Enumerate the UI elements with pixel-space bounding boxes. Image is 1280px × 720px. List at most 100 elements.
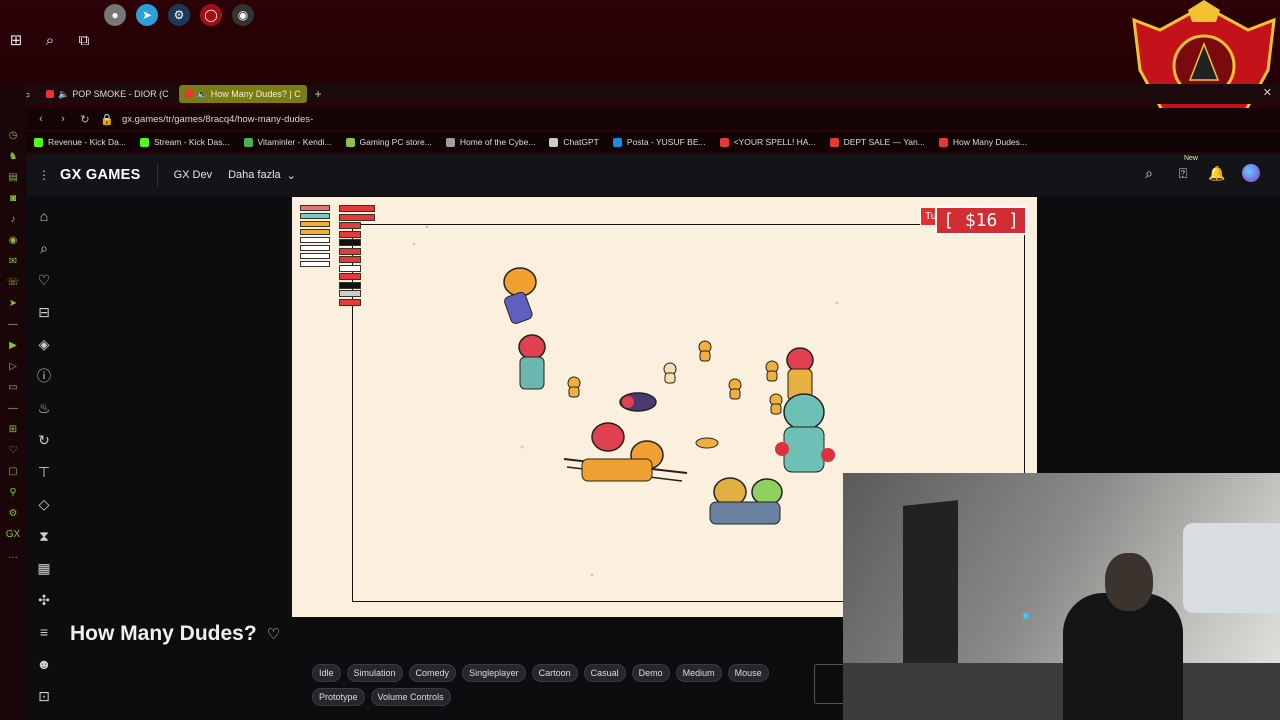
bookmark-item[interactable]: How Many Dudes... — [938, 137, 1027, 147]
bookmark-item[interactable]: ChatGPT — [549, 137, 599, 147]
bookmark-favicon-icon — [829, 137, 839, 147]
tag-chip[interactable]: Comedy — [408, 664, 457, 682]
gx-games-logo[interactable]: GX GAMES — [60, 167, 141, 183]
gx-games-icon[interactable]: ◉ — [6, 233, 20, 247]
bookmark-label: Vitaminler - Kendi... — [257, 137, 332, 147]
tag-chip[interactable]: Cartoon — [531, 664, 578, 682]
bookmark-item[interactable]: Revenue - Kick Da... — [34, 137, 126, 147]
tab-label: POP SMOKE - DIOR (C — [72, 89, 169, 99]
tag-chip[interactable]: Singleplayer — [462, 664, 526, 682]
reload-icon[interactable]: ↻ — [78, 113, 92, 126]
tab-how-many-dudes[interactable]: 🔈 How Many Dudes? | C — [178, 85, 307, 103]
dude-green[interactable] — [709, 477, 783, 525]
grid-icon[interactable]: ▦ — [34, 558, 54, 578]
hourglass-icon[interactable]: ⧗ — [34, 526, 54, 546]
menu-icon[interactable]: ⋮ — [38, 168, 52, 182]
heart-icon[interactable]: ♡ — [34, 270, 54, 290]
search-icon[interactable]: ⌕ — [40, 30, 60, 50]
stack-icon[interactable]: ≡ — [34, 622, 54, 642]
bookmark-item[interactable]: Gaming PC store... — [345, 137, 432, 147]
bookmarks-bar: Revenue - Kick Da... Stream - Kick Das...… — [0, 132, 1280, 152]
gx-control-icon[interactable]: ◷ — [6, 128, 20, 142]
bookmark-item[interactable]: Home of the Cybe... — [445, 137, 535, 147]
extensions-icon[interactable]: ⊞ — [6, 422, 20, 436]
bookmark-item[interactable]: <YOUR SPELL! HA... — [719, 137, 816, 147]
bookmark-item[interactable]: DEPT SALE — Yan... — [829, 137, 925, 147]
windows-start-icon[interactable]: ⊞ — [6, 30, 26, 50]
search-icon[interactable]: ⌕ — [34, 238, 54, 258]
settings-icon[interactable]: ⚙ — [6, 506, 20, 520]
monster-icon[interactable]: ☻ — [34, 654, 54, 674]
telegram-icon[interactable]: ➤ — [136, 4, 158, 26]
more-menu[interactable]: Daha fazla ⌄ — [228, 169, 296, 182]
new-tab-icon[interactable]: + — [315, 87, 322, 101]
bookmark-item[interactable]: Posta - YUSUF BE... — [612, 137, 706, 147]
search-icon[interactable]: ⌕ — [1140, 164, 1158, 182]
bell-icon[interactable]: 🔔 — [1208, 164, 1226, 182]
tag-chip[interactable]: Volume Controls — [370, 688, 451, 706]
joystick-icon[interactable]: ⊡ — [34, 686, 54, 706]
bookmark-item[interactable]: Vitaminler - Kendi... — [243, 137, 332, 147]
twitch-icon[interactable]: ▤ — [6, 170, 20, 184]
opera-gx-icon[interactable]: ◯ — [200, 4, 222, 26]
tag-chip[interactable]: Casual — [583, 664, 626, 682]
telegram-icon[interactable]: ➤ — [6, 296, 20, 310]
tag-chip[interactable]: Simulation — [346, 664, 403, 682]
opera-sidebar: ◷ ♞ ▤ ◙ ♪ ◉ ✉ ☏ ➤ — ▶ ▷ ▭ — ⊞ ♡ ▢ ⚲ ⚙ GX… — [0, 84, 26, 720]
dude-orange[interactable] — [503, 267, 537, 325]
compass-icon[interactable]: ◈ — [34, 334, 54, 354]
messenger-icon[interactable]: ✉ — [6, 254, 20, 268]
dude-red[interactable] — [518, 334, 546, 390]
music-icon[interactable]: ♪ — [6, 212, 20, 226]
refresh-icon[interactable]: ↻ — [34, 430, 54, 450]
pin-icon[interactable]: ⚲ — [6, 485, 20, 499]
header-actions: ⌕ ⍰ New 🔔 — [1140, 155, 1260, 182]
url-input[interactable]: gx.games/tr/games/8racq4/how-many-dudes- — [122, 114, 313, 125]
tag-chip[interactable]: Idle — [312, 664, 341, 682]
tag-chip[interactable]: Prototype — [312, 688, 365, 706]
steam-icon[interactable]: ⚙ — [168, 4, 190, 26]
discord-icon[interactable]: ◙ — [6, 191, 20, 205]
favorite-heart-icon[interactable]: ♡ — [267, 625, 280, 643]
windows-taskbar: ⊞ ⌕ ⧉ — [6, 30, 94, 50]
alert-icon[interactable]: ⓘ — [34, 366, 54, 386]
shopping-bag-icon[interactable]: ⊟ — [34, 302, 54, 322]
tag-chip[interactable]: Medium — [675, 664, 722, 682]
task-view-icon[interactable]: ⧉ — [74, 30, 94, 50]
bookmark-icon[interactable]: ▭ — [6, 380, 20, 394]
gx-corner-icon[interactable]: ♞ — [6, 149, 20, 163]
dude-red-2[interactable] — [786, 347, 814, 402]
page-title: How Many Dudes? — [70, 622, 257, 645]
browser-tabbar: ◯ ▭ 🔈 POP SMOKE - DIOR (C 🔈 How Many Dud… — [0, 84, 1280, 104]
close-window-icon[interactable]: ✕ — [1263, 86, 1272, 99]
gx-dev-link[interactable]: GX Dev — [174, 169, 213, 181]
back-icon[interactable]: ‹ — [34, 113, 48, 125]
bookmark-item[interactable]: Stream - Kick Das... — [139, 137, 230, 147]
more-icon[interactable]: … — [6, 548, 20, 562]
app-icon[interactable]: ● — [104, 4, 126, 26]
dude-fallen[interactable] — [619, 392, 657, 412]
play-icon[interactable]: ▷ — [6, 359, 20, 373]
tag-chip[interactable]: Demo — [631, 664, 670, 682]
shirt-icon[interactable]: ⊤ — [34, 462, 54, 482]
tab-pop-smoke[interactable]: 🔈 POP SMOKE - DIOR (C — [40, 85, 175, 103]
diamond-icon[interactable]: ◇ — [34, 494, 54, 514]
avatar[interactable] — [1242, 164, 1260, 182]
bookmark-favicon-icon — [719, 137, 729, 147]
dude-teal-big[interactable] — [775, 393, 835, 473]
dude-brawl[interactable] — [563, 422, 688, 482]
tag-chip[interactable]: Mouse — [727, 664, 769, 682]
bookmark-favicon-icon — [345, 137, 355, 147]
flame-icon[interactable]: ♨ — [34, 398, 54, 418]
heart-icon[interactable]: ♡ — [6, 443, 20, 457]
home-icon[interactable]: ⌂ — [34, 206, 54, 226]
help-icon[interactable]: ⍰ New — [1174, 155, 1198, 182]
whatsapp-icon[interactable]: ☏ — [6, 275, 20, 289]
recorder-icon[interactable]: ◉ — [232, 4, 254, 26]
desktop-top: ● ➤ ⚙ ◯ ◉ ⊞ ⌕ ⧉ — [0, 0, 1280, 130]
player-icon[interactable]: ▶ — [6, 338, 20, 352]
gx-icon[interactable]: GX — [6, 527, 20, 541]
forward-icon[interactable]: › — [56, 113, 70, 125]
puzzle-icon[interactable]: ✣ — [34, 590, 54, 610]
history-icon[interactable]: ▢ — [6, 464, 20, 478]
